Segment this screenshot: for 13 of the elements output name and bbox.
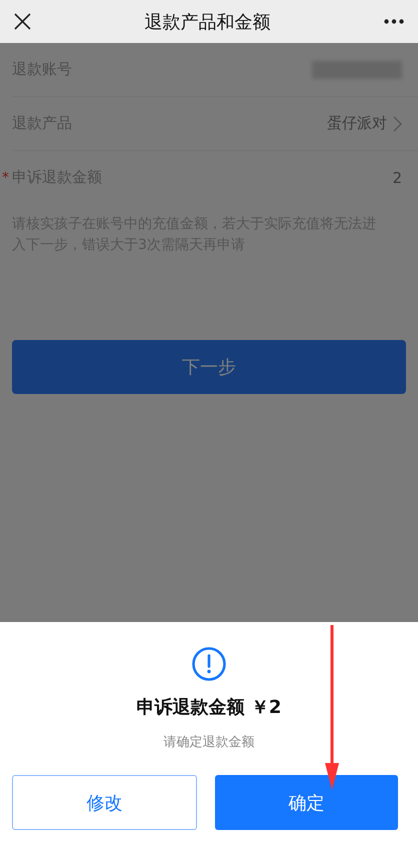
dialog-message: 请确定退款金额 — [164, 734, 254, 751]
next-button[interactable]: 下一步 — [12, 340, 406, 394]
product-value[interactable]: 蛋仔派对 — [327, 114, 387, 133]
edit-button[interactable]: 修改 — [12, 775, 197, 830]
alert-icon — [192, 647, 226, 681]
more-icon[interactable] — [384, 19, 404, 24]
chevron-icon — [393, 116, 402, 132]
close-icon[interactable] — [14, 13, 31, 30]
confirm-button[interactable]: 确定 — [215, 775, 398, 830]
page-title: 退款产品和金额 — [144, 10, 270, 34]
amount-value: 2 — [392, 168, 402, 186]
dialog-title: 申诉退款金额 ￥2 — [136, 696, 282, 719]
required-mark: * — [2, 170, 9, 186]
